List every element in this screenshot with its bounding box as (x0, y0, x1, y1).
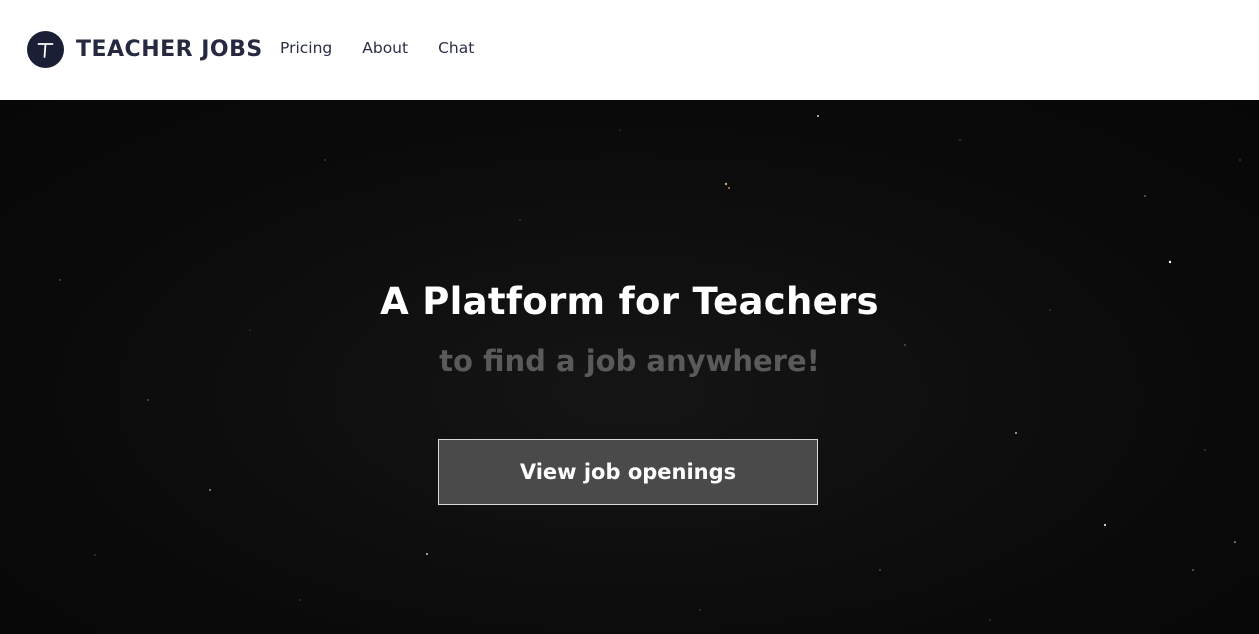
top-navbar: TEACHER JOBS Pricing About Chat (0, 0, 1259, 100)
hero-subtitle: to find a job anywhere! (439, 344, 820, 378)
nav-link-pricing[interactable]: Pricing (280, 39, 332, 57)
hero-title: A Platform for Teachers (380, 280, 879, 323)
view-job-openings-button[interactable]: View job openings (438, 439, 818, 505)
hero-section: A Platform for Teachers to find a job an… (0, 100, 1259, 634)
nav-link-about[interactable]: About (362, 39, 408, 57)
logo-letter-t-icon (37, 43, 54, 58)
brand-home-link[interactable]: TEACHER JOBS (27, 31, 263, 68)
brand-logo-icon (27, 31, 64, 68)
brand-name: TEACHER JOBS (76, 37, 263, 62)
nav-link-chat[interactable]: Chat (438, 39, 474, 57)
main-nav: Pricing About Chat (280, 39, 504, 57)
